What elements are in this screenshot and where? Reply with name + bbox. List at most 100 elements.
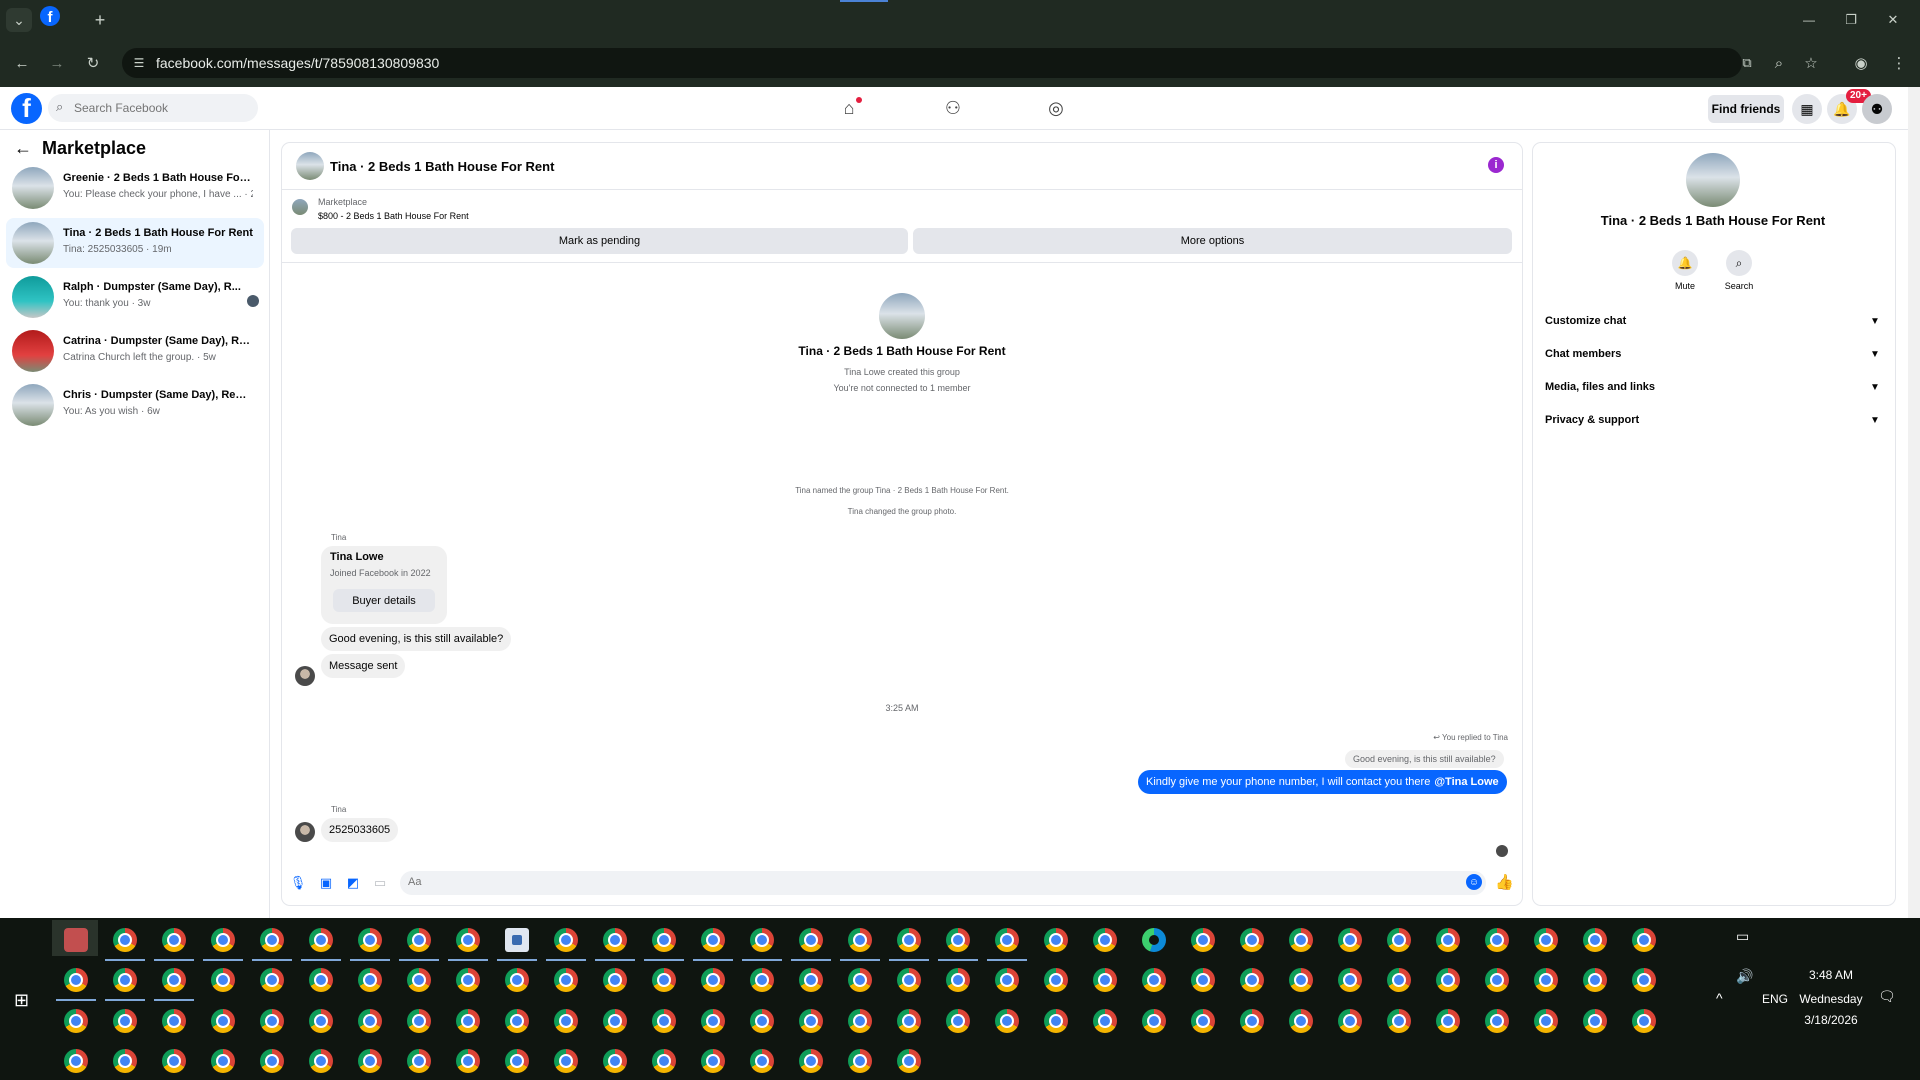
taskbar-app-icon[interactable] [652, 968, 676, 992]
conversation-item-active[interactable]: Tina · 2 Beds 1 Bath House For Rent Tina… [6, 218, 264, 268]
clock-time[interactable]: 3:48 AM [1796, 968, 1866, 982]
taskbar-app-icon[interactable] [750, 968, 774, 992]
clock-date[interactable]: 3/18/2026 [1796, 1013, 1866, 1027]
taskbar-app-icon[interactable] [799, 928, 823, 952]
taskbar-app-icon[interactable] [1142, 1009, 1166, 1033]
taskbar-app-icon[interactable] [1289, 968, 1313, 992]
message-bubble[interactable]: Good evening, is this still available? [321, 627, 512, 651]
clock-day[interactable]: Wednesday [1796, 992, 1866, 1006]
search-icon[interactable]: ⌕ [1726, 250, 1752, 276]
taskbar-app-icon[interactable] [505, 1049, 529, 1073]
emoji-icon[interactable]: ☺ [1466, 874, 1482, 890]
taskbar-app-icon[interactable] [1093, 968, 1117, 992]
taskbar-app-icon[interactable] [211, 928, 235, 952]
photo-icon[interactable]: ▣ [317, 874, 335, 892]
facebook-logo[interactable]: f [11, 93, 42, 124]
volume-icon[interactable]: 🔊 [1736, 968, 1753, 985]
taskbar-app-icon[interactable] [995, 1009, 1019, 1033]
more-options-button[interactable]: More options [913, 228, 1512, 254]
taskbar-app-icon[interactable] [113, 928, 137, 952]
taskbar-app-icon[interactable] [211, 968, 235, 992]
info-panel-avatar[interactable] [1686, 153, 1740, 207]
taskbar-app-icon[interactable] [260, 968, 284, 992]
taskbar-app-icon[interactable] [407, 928, 431, 952]
gif-icon[interactable]: ▭ [371, 874, 389, 892]
taskbar-app-icon[interactable] [897, 968, 921, 992]
taskbar-app-icon[interactable] [1485, 928, 1509, 952]
taskbar-app-icon[interactable] [1534, 1009, 1558, 1033]
taskbar-app-icon[interactable] [162, 1009, 186, 1033]
back-icon[interactable]: ← [11, 52, 33, 74]
taskbar-app-icon[interactable] [456, 1009, 480, 1033]
facebook-tab-icon[interactable]: f [40, 6, 60, 26]
taskbar-app-icon[interactable] [1338, 1009, 1362, 1033]
quoted-message[interactable]: Good evening, is this still available? [1345, 750, 1504, 768]
taskbar-app-icon[interactable] [1387, 928, 1411, 952]
taskbar-app-icon[interactable] [1387, 1009, 1411, 1033]
taskbar-app-icon[interactable] [897, 1009, 921, 1033]
taskbar-app-icon[interactable] [1240, 928, 1264, 952]
taskbar-app-icon[interactable] [946, 1009, 970, 1033]
taskbar-app-icon[interactable] [1191, 1009, 1215, 1033]
minimize-button[interactable]: — [1796, 8, 1822, 32]
tab-search-button[interactable]: ⌄ [6, 8, 32, 32]
taskbar-app-icon[interactable] [456, 968, 480, 992]
taskbar-app-icon[interactable] [1142, 968, 1166, 992]
like-thumb-icon[interactable]: 👍 [1495, 873, 1514, 891]
taskbar-app-icon[interactable] [799, 968, 823, 992]
taskbar-app-icon[interactable] [1240, 1009, 1264, 1033]
sender-avatar[interactable] [295, 822, 315, 842]
conversation-item[interactable]: Catrina · Dumpster (Same Day), Re... Cat… [6, 326, 264, 376]
taskbar-app-icon[interactable] [603, 1009, 627, 1033]
group-avatar[interactable] [879, 293, 925, 339]
notification-center-icon[interactable]: 🗨 [1878, 988, 1896, 1005]
taskbar-app-icon[interactable] [799, 1049, 823, 1073]
taskbar-app-icon[interactable] [162, 928, 186, 952]
taskbar-app-icon[interactable] [946, 928, 970, 952]
taskbar-app-icon[interactable] [358, 1009, 382, 1033]
taskbar-app-icon[interactable] [1338, 968, 1362, 992]
taskbar-app-icon[interactable] [309, 1049, 333, 1073]
chat-avatar[interactable] [296, 152, 324, 180]
taskbar-app-icon[interactable] [64, 1049, 88, 1073]
taskbar-app-icon[interactable] [701, 928, 725, 952]
taskbar-app-icon[interactable] [1436, 928, 1460, 952]
taskbar-app-icon[interactable] [995, 928, 1019, 952]
taskbar-app-icon[interactable] [456, 1049, 480, 1073]
message-bubble[interactable]: 2525033605 [321, 818, 399, 842]
taskbar-app-icon[interactable] [1289, 928, 1313, 952]
tray-expand-chevron-icon[interactable]: ^ [1716, 990, 1723, 1006]
taskbar-app-icon[interactable] [652, 1009, 676, 1033]
taskbar-app-icon[interactable] [211, 1049, 235, 1073]
taskbar-app-icon[interactable] [260, 1049, 284, 1073]
taskbar-app-icon[interactable] [554, 1049, 578, 1073]
task-view-icon[interactable]: ▭ [1736, 928, 1749, 945]
sender-avatar[interactable] [295, 666, 315, 686]
taskbar-app-icon[interactable] [946, 968, 970, 992]
taskbar-app-icon[interactable] [407, 1049, 431, 1073]
listing-thumbnail[interactable] [292, 199, 308, 215]
taskbar-app-icon[interactable] [1632, 1009, 1656, 1033]
taskbar-app-icon[interactable] [1044, 1009, 1068, 1033]
profile-icon[interactable]: ◉ [1850, 52, 1872, 74]
taskbar-app-icon[interactable] [1583, 968, 1607, 992]
taskbar-app-icon[interactable] [64, 1009, 88, 1033]
browser-menu-icon[interactable]: ⋮ [1888, 52, 1910, 74]
taskbar-app-icon[interactable] [1436, 968, 1460, 992]
buyer-details-button[interactable]: Buyer details [333, 589, 435, 612]
taskbar-app-icon[interactable] [1338, 928, 1362, 952]
taskbar-app-icon[interactable] [554, 968, 578, 992]
taskbar-app-icon[interactable] [848, 1009, 872, 1033]
friends-icon[interactable]: ⚇ [940, 96, 966, 120]
taskbar-app-icon[interactable] [1387, 968, 1411, 992]
mute-bell-icon[interactable]: 🔔 [1672, 250, 1698, 276]
taskbar-app-icon[interactable] [554, 1009, 578, 1033]
taskbar-app-icon[interactable] [701, 968, 725, 992]
taskbar-app-icon[interactable] [1044, 928, 1068, 952]
taskbar-app-icon[interactable] [309, 1009, 333, 1033]
taskbar-app-icon[interactable] [1240, 968, 1264, 992]
taskbar-app-icon[interactable] [358, 1049, 382, 1073]
taskbar-app-icon[interactable] [1093, 928, 1117, 952]
taskbar-app-icon[interactable] [1583, 928, 1607, 952]
taskbar-app-icon[interactable] [1093, 1009, 1117, 1033]
